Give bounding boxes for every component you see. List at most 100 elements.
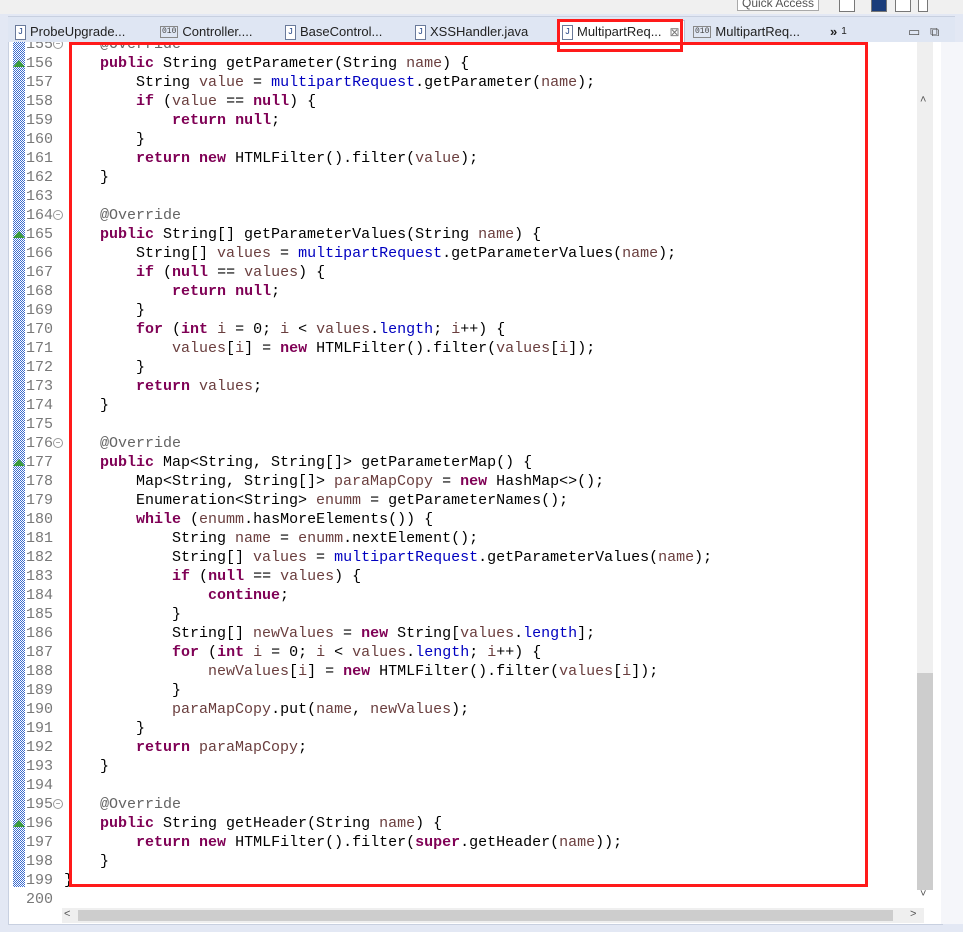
code-text: Enumeration<String> enumm = getParameter… <box>64 492 569 509</box>
line-number: 166 <box>25 245 53 262</box>
java-file-icon: J <box>415 24 426 40</box>
code-line: 181 String name = enumm.nextElement(); <box>9 529 929 548</box>
code-line: 160 } <box>9 130 929 149</box>
code-line: 161 return new HTMLFilter().filter(value… <box>9 149 929 168</box>
tab-label: MultipartReq... <box>715 24 800 39</box>
code-text: String name = enumm.nextElement(); <box>64 530 479 547</box>
code-line: 178 Map<String, String[]> paraMapCopy = … <box>9 472 929 491</box>
line-number: 171 <box>25 340 53 357</box>
perspective-icon[interactable] <box>871 0 887 12</box>
tab-5[interactable]: J MultipartReq... ⊠ <box>557 20 685 43</box>
code-line: 162 } <box>9 168 929 187</box>
override-marker-icon <box>13 820 25 827</box>
code-text: while (enumm.hasMoreElements()) { <box>136 511 434 528</box>
scroll-right-icon[interactable]: > <box>910 908 916 920</box>
quick-access-input[interactable]: Quick Access <box>737 0 819 11</box>
fold-collapse-icon[interactable]: − <box>53 42 63 49</box>
code-line: 166 String[] values = multipartRequest.g… <box>9 244 929 263</box>
line-number: 190 <box>25 701 53 718</box>
tab-label: ProbeUpgrade... <box>30 24 126 39</box>
line-number: 198 <box>25 853 53 870</box>
code-line: 195− @Override <box>9 795 929 814</box>
horizontal-scroll-thumb[interactable] <box>78 910 893 921</box>
line-number: 194 <box>25 777 53 794</box>
editor-tab-bar: J ProbeUpgrade... 010 Controller.... J BaseCo… <box>8 16 955 44</box>
tab-overflow-button[interactable]: » 1 <box>830 21 847 43</box>
open-perspective-icon[interactable] <box>839 0 855 12</box>
java-perspective-icon[interactable] <box>895 0 911 12</box>
code-text: Map<String, String[]> paraMapCopy = new … <box>64 473 605 490</box>
main-toolbar: Quick Access <box>0 0 963 14</box>
code-line: 199} <box>9 871 929 890</box>
line-number: 161 <box>25 150 53 167</box>
code-text: } <box>64 302 146 319</box>
code-line: 193 } <box>9 757 929 776</box>
line-number: 182 <box>25 549 53 566</box>
fold-collapse-icon[interactable]: − <box>53 799 63 809</box>
line-number: 189 <box>25 682 53 699</box>
fold-collapse-icon[interactable]: − <box>53 210 63 220</box>
line-number: 181 <box>25 530 53 547</box>
code-line: 198 } <box>9 852 929 871</box>
code-line: 179 Enumeration<String> enumm = getParam… <box>9 491 929 510</box>
code-text: String[] values = multipartRequest.getPa… <box>64 549 713 566</box>
line-number: 193 <box>25 758 53 775</box>
code-line: 164− @Override <box>9 206 929 225</box>
code-text: } <box>64 397 110 414</box>
override-marker-icon <box>13 231 25 238</box>
code-line: 190 paraMapCopy.put(name, newValues); <box>9 700 929 719</box>
override-marker-icon <box>13 459 25 466</box>
code-text: String[] values = multipartRequest.getPa… <box>64 245 677 262</box>
code-line: 174 } <box>9 396 929 415</box>
code-line: 200 <box>9 890 929 909</box>
class-file-icon: 010 <box>160 26 179 38</box>
code-line: 155− @Override <box>9 42 929 54</box>
code-line: 189 } <box>9 681 929 700</box>
maximize-button[interactable]: ⧉ <box>930 21 939 43</box>
code-text: if (null == values) { <box>136 264 326 281</box>
override-marker-icon <box>13 60 25 67</box>
vertical-scrollbar[interactable]: ˄ ˅ <box>917 42 933 900</box>
line-number: 173 <box>25 378 53 395</box>
code-editor[interactable]: 155− @Override 156 public String getParam… <box>8 42 943 925</box>
line-number: 200 <box>25 891 53 908</box>
debug-perspective-icon[interactable] <box>918 0 928 12</box>
tab-1[interactable]: J ProbeUpgrade... <box>15 21 125 43</box>
code-text: } <box>64 359 146 376</box>
horizontal-scrollbar[interactable]: < > <box>62 908 924 923</box>
minimize-button[interactable]: ▭ <box>908 21 920 43</box>
line-number: 170 <box>25 321 53 338</box>
code-line: 172 } <box>9 358 929 377</box>
code-line: 170 for (int i = 0; i < values.length; i… <box>9 320 929 339</box>
line-number: 175 <box>25 416 53 433</box>
code-text: @Override <box>100 207 182 224</box>
scroll-up-icon[interactable]: ˄ <box>920 94 926 106</box>
line-number: 183 <box>25 568 53 585</box>
java-file-icon: J <box>562 24 573 40</box>
line-number: 191 <box>25 720 53 737</box>
code-text: String[] newValues = new String[values.l… <box>64 625 596 642</box>
code-line: 175 <box>9 415 929 434</box>
line-number: 163 <box>25 188 53 205</box>
code-text: } <box>64 758 110 775</box>
code-line: 182 String[] values = multipartRequest.g… <box>9 548 929 567</box>
class-file-icon: 010 <box>693 26 712 38</box>
tab-3[interactable]: J BaseControl... <box>285 21 382 43</box>
tab-label: BaseControl... <box>300 24 383 39</box>
vertical-scroll-thumb[interactable] <box>917 673 933 890</box>
fold-collapse-icon[interactable]: − <box>53 438 63 448</box>
line-number: 176 <box>25 435 53 452</box>
scroll-left-icon[interactable]: < <box>64 908 70 920</box>
tab-4[interactable]: J XSSHandler.java <box>415 21 528 43</box>
line-number: 164 <box>25 207 53 224</box>
close-tab-icon[interactable]: ⊠ <box>670 21 680 43</box>
line-number: 185 <box>25 606 53 623</box>
line-number: 186 <box>25 625 53 642</box>
code-text: return new HTMLFilter().filter(super.get… <box>136 834 623 851</box>
code-text: return paraMapCopy; <box>136 739 308 756</box>
tab-6[interactable]: 010 MultipartReq... <box>693 21 800 43</box>
line-number: 187 <box>25 644 53 661</box>
scroll-down-icon[interactable]: ˅ <box>920 888 926 900</box>
tab-2[interactable]: 010 Controller.... <box>160 21 253 43</box>
code-line: 192 return paraMapCopy; <box>9 738 929 757</box>
